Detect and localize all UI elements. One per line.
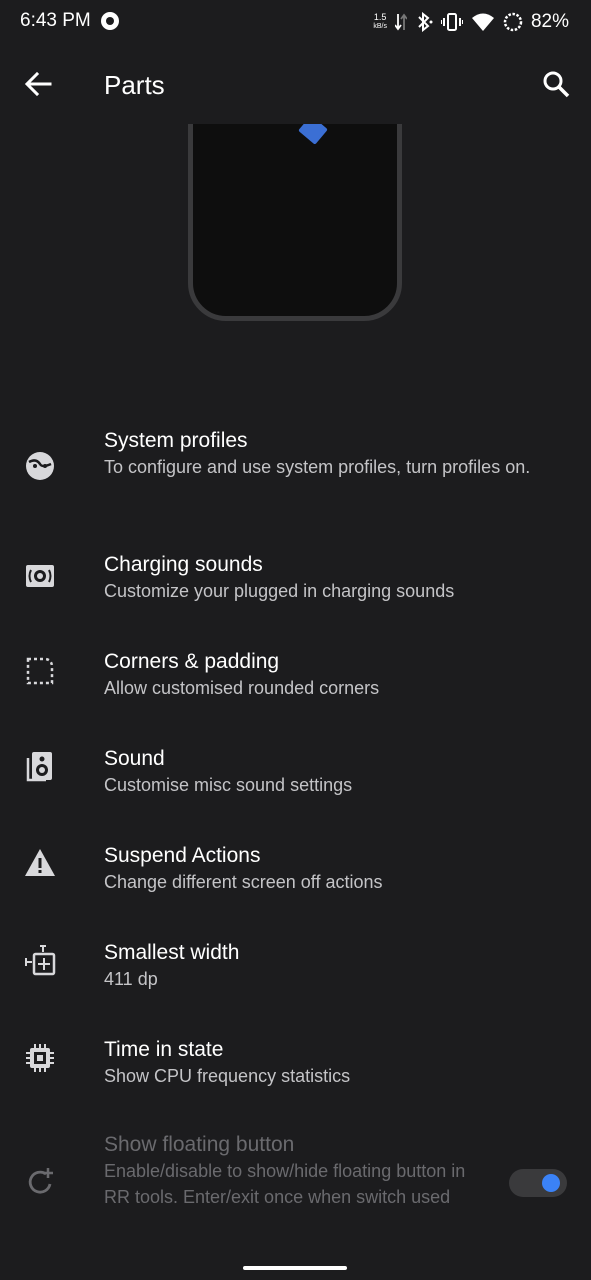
vibrate-icon bbox=[440, 13, 463, 31]
item-title: Smallest width bbox=[104, 941, 240, 964]
page-title: Parts bbox=[104, 70, 165, 100]
device-frame bbox=[188, 124, 402, 321]
item-summary: Show CPU frequency statistics bbox=[104, 1066, 351, 1086]
smallest-width-icon bbox=[25, 945, 56, 976]
screen-record-icon bbox=[101, 12, 119, 30]
floating-button-toggle[interactable] bbox=[509, 1169, 567, 1197]
cpu-icon bbox=[26, 1044, 54, 1072]
battery-saver-icon bbox=[503, 12, 523, 32]
refresh-add-icon bbox=[28, 1168, 53, 1194]
list-item-show-floating-button[interactable]: Show floating button Enable/disable to s… bbox=[0, 1116, 591, 1256]
item-summary: Change different screen off actions bbox=[104, 872, 383, 892]
list-item-system-profiles[interactable]: System profiles To configure and use sys… bbox=[0, 416, 591, 534]
list-item-suspend-actions[interactable]: Suspend Actions Change different screen … bbox=[0, 825, 591, 922]
item-summary: Customize your plugged in charging sound… bbox=[104, 581, 455, 601]
data-arrows-icon bbox=[394, 13, 407, 31]
item-summary: 411 dp bbox=[104, 969, 158, 989]
profile-face-icon bbox=[26, 452, 54, 480]
search-icon[interactable] bbox=[541, 69, 571, 99]
list-item-time-in-state[interactable]: Time in state Show CPU frequency statist… bbox=[0, 1019, 591, 1116]
status-icons: 1.5 kB/s 82% bbox=[373, 9, 569, 35]
back-arrow-icon[interactable] bbox=[24, 70, 52, 98]
item-title: System profiles bbox=[104, 429, 248, 452]
item-summary: To configure and use system profiles, tu… bbox=[104, 457, 531, 477]
speaker-icon bbox=[26, 752, 52, 782]
network-speed-value: 1.5 bbox=[373, 12, 387, 22]
item-title: Time in state bbox=[104, 1038, 224, 1061]
bluetooth-icon bbox=[418, 12, 433, 32]
toggle-knob bbox=[542, 1174, 560, 1192]
charging-sound-icon bbox=[26, 565, 54, 587]
status-time: 6:43 PM bbox=[20, 10, 91, 31]
item-summary: Customise misc sound settings bbox=[104, 775, 353, 795]
item-title: Show floating button bbox=[104, 1133, 295, 1156]
item-summary: Allow customised rounded corners bbox=[104, 678, 380, 698]
device-preview bbox=[0, 124, 591, 394]
item-title: Sound bbox=[104, 747, 165, 770]
item-title: Suspend Actions bbox=[104, 844, 261, 867]
network-speed: 1.5 kB/s bbox=[373, 13, 387, 31]
network-speed-unit: kB/s bbox=[373, 23, 387, 30]
list-item-smallest-width[interactable]: Smallest width 411 dp bbox=[0, 922, 591, 1019]
app-bar: Parts bbox=[0, 44, 591, 124]
wifi-icon bbox=[471, 13, 494, 31]
list-item-corners-padding[interactable]: Corners & padding Allow customised round… bbox=[0, 631, 591, 728]
warning-icon bbox=[25, 849, 55, 876]
item-title: Corners & padding bbox=[104, 650, 280, 673]
item-summary: Enable/disable to show/hide floating but… bbox=[104, 1161, 466, 1207]
list-item-sound[interactable]: Sound Customise misc sound settings bbox=[0, 728, 591, 825]
battery-percent: 82% bbox=[530, 11, 569, 32]
item-title: Charging sounds bbox=[104, 553, 263, 576]
preference-list: System profiles To configure and use sys… bbox=[0, 416, 591, 1256]
gesture-navigation-bar[interactable] bbox=[243, 1266, 347, 1270]
status-bar: 6:43 PM 1.5 kB/s 82% bbox=[0, 0, 591, 44]
list-item-charging-sounds[interactable]: Charging sounds Customize your plugged i… bbox=[0, 534, 591, 631]
corners-icon bbox=[26, 657, 54, 685]
